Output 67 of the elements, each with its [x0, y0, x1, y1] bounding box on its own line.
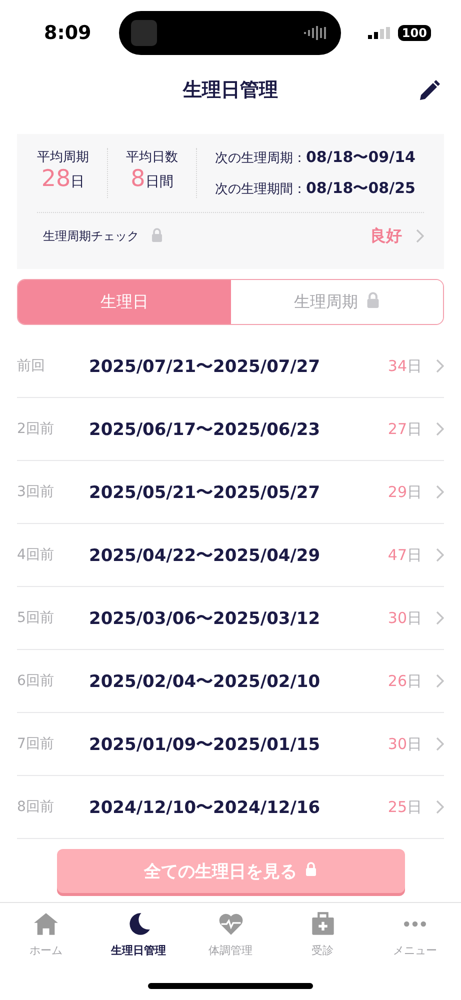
pencil-icon[interactable] [417, 79, 441, 103]
cycle-days: 29 [388, 482, 407, 500]
cycle-days: 25 [388, 798, 407, 816]
more-icon [404, 921, 426, 927]
days-unit: 日 [407, 420, 422, 438]
cycle-days: 26 [388, 672, 407, 690]
chevron-icon [436, 485, 444, 499]
medical-kit-icon [310, 911, 336, 937]
days-unit: 日 [407, 546, 422, 564]
next-label: 次の生理期間： [215, 181, 306, 198]
stat-unit: 日間 [145, 173, 174, 191]
period-dates[interactable]: 2025/03/06〜2025/03/12 [89, 606, 388, 630]
period-dates[interactable]: 2025/04/22〜2025/04/29 [89, 544, 388, 566]
cycle-days: 27 [388, 420, 407, 438]
home-icon [33, 911, 60, 937]
days-unit: 日 [407, 734, 422, 754]
signal-icon [368, 27, 390, 39]
next-date-range: 08/18〜08/25 [306, 179, 416, 198]
next-date-range: 08/18〜09/14 [306, 148, 416, 167]
status-time: 8:09 [44, 22, 92, 44]
stat-unit: 日 [70, 173, 85, 191]
chevron-icon [436, 548, 444, 562]
chevron-icon [436, 800, 444, 814]
period-label: 8回前 [17, 798, 55, 816]
period-label: 5回前 [17, 609, 55, 627]
cycle-days: 30 [388, 608, 407, 626]
next-label: 次の生理周期： [215, 150, 306, 167]
nav-tab[interactable]: 生理日管理 [92, 911, 184, 958]
days-unit: 日 [407, 482, 422, 502]
stat-label: 平均日数 [126, 149, 178, 166]
days-unit: 日 [407, 798, 422, 816]
period-dates[interactable]: 2025/02/04〜2025/02/10 [89, 670, 388, 692]
heart-icon [218, 911, 244, 937]
days-unit: 日 [407, 672, 422, 690]
stat-value: 28 [41, 166, 71, 192]
stat-value: 8 [130, 166, 146, 192]
lock-icon [366, 292, 380, 308]
cycle-check-label: 生理周期チェック [43, 228, 139, 244]
chevron-icon [416, 229, 424, 243]
period-label: 6回前 [17, 672, 55, 690]
cycle-days: 30 [388, 734, 407, 752]
period-label: 4回前 [17, 546, 55, 564]
chevron-icon [436, 359, 444, 373]
days-unit: 日 [407, 608, 422, 628]
cycle-days: 34 [388, 356, 407, 374]
lock-icon [151, 228, 163, 242]
days-unit: 日 [407, 356, 422, 376]
period-label: 7回前 [17, 735, 55, 753]
period-dates[interactable]: 2025/01/09〜2025/01/15 [89, 732, 388, 756]
cycle-days: 47 [388, 546, 407, 564]
chevron-icon [436, 737, 444, 751]
page-title: 生理日管理 [183, 78, 278, 103]
period-label: 前回 [17, 357, 46, 375]
chevron-icon [436, 422, 444, 436]
lock-icon [305, 862, 317, 876]
period-dates[interactable]: 2025/06/17〜2025/06/23 [89, 418, 388, 440]
battery-level: 100 [398, 25, 431, 41]
period-dates[interactable]: 2024/12/10〜2024/12/16 [89, 796, 388, 818]
chevron-icon [436, 674, 444, 688]
waveform-icon [302, 25, 329, 41]
period-label: 2回前 [17, 420, 55, 438]
period-dates[interactable]: 2025/05/21〜2025/05/27 [89, 480, 388, 504]
stat-label: 平均周期 [37, 149, 89, 166]
chevron-icon [436, 611, 444, 625]
period-label: 3回前 [17, 483, 55, 501]
period-dates[interactable]: 2025/07/21〜2025/07/27 [89, 354, 388, 378]
album-art-icon [130, 20, 157, 46]
